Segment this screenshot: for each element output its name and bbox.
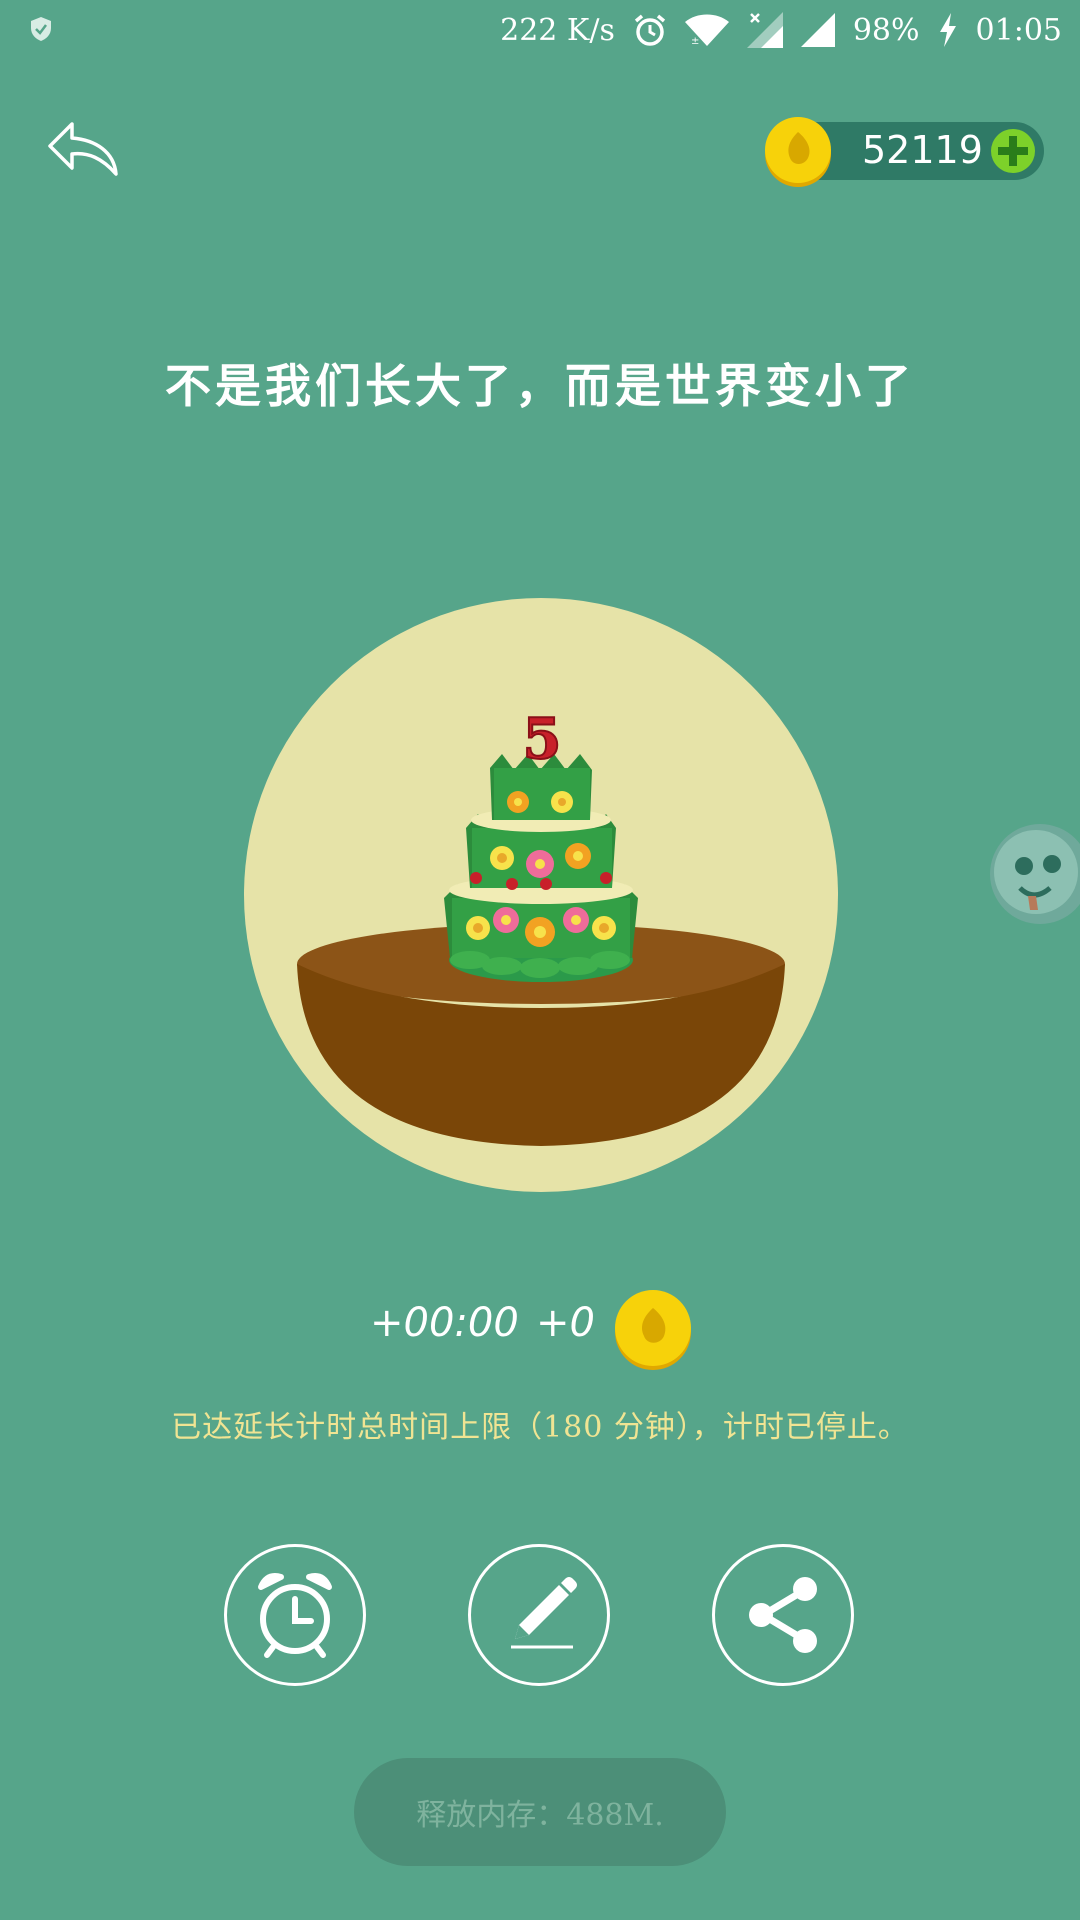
share-icon (749, 1577, 817, 1653)
toast-text: 释放内存：488M. (416, 1798, 664, 1833)
note-button[interactable] (468, 1544, 610, 1686)
signal-no-data-icon (746, 12, 783, 48)
cake-tree-icon: 5 (297, 705, 785, 1146)
back-arrow-icon[interactable] (46, 118, 122, 178)
alarm-clock-icon (258, 1573, 332, 1658)
status-right: 222 K/s ± 98% 01:05 (500, 8, 1062, 52)
svg-text:±: ± (691, 36, 699, 46)
share-button[interactable] (712, 1544, 854, 1686)
alarm-button[interactable] (224, 1544, 366, 1686)
coin-count: 52119 (862, 128, 983, 172)
coin-icon (765, 117, 831, 187)
coin-balance: 52119 (765, 117, 1044, 187)
signal-icon (800, 13, 835, 47)
battery-level: 98% (852, 12, 920, 48)
network-speed: 222 K/s (500, 12, 615, 48)
coin-gain: +0 (536, 1300, 595, 1346)
wifi-icon: ± (684, 14, 729, 46)
timer-row: +00:00 +0 (0, 1288, 1080, 1370)
status-bar: 222 K/s ± 98% 01:05 (0, 0, 1080, 60)
shield-icon (31, 17, 51, 41)
plus-icon[interactable] (990, 128, 1036, 174)
clock: 01:05 (975, 12, 1062, 48)
pencil-icon (511, 1577, 577, 1649)
mascot-icon[interactable] (984, 822, 1080, 926)
quote-text: 不是我们长大了，而是世界变小了 (165, 359, 915, 413)
coin-icon (615, 1290, 691, 1370)
memory-toast: 释放内存：488M. (354, 1758, 726, 1866)
time-extension: +00:00 (370, 1300, 519, 1346)
cake-number: 5 (523, 706, 562, 772)
limit-notice: 已达延长计时总时间上限（180 分钟），计时已停止。 (171, 1410, 909, 1445)
alarm-icon (634, 14, 665, 46)
charging-icon (939, 13, 956, 47)
